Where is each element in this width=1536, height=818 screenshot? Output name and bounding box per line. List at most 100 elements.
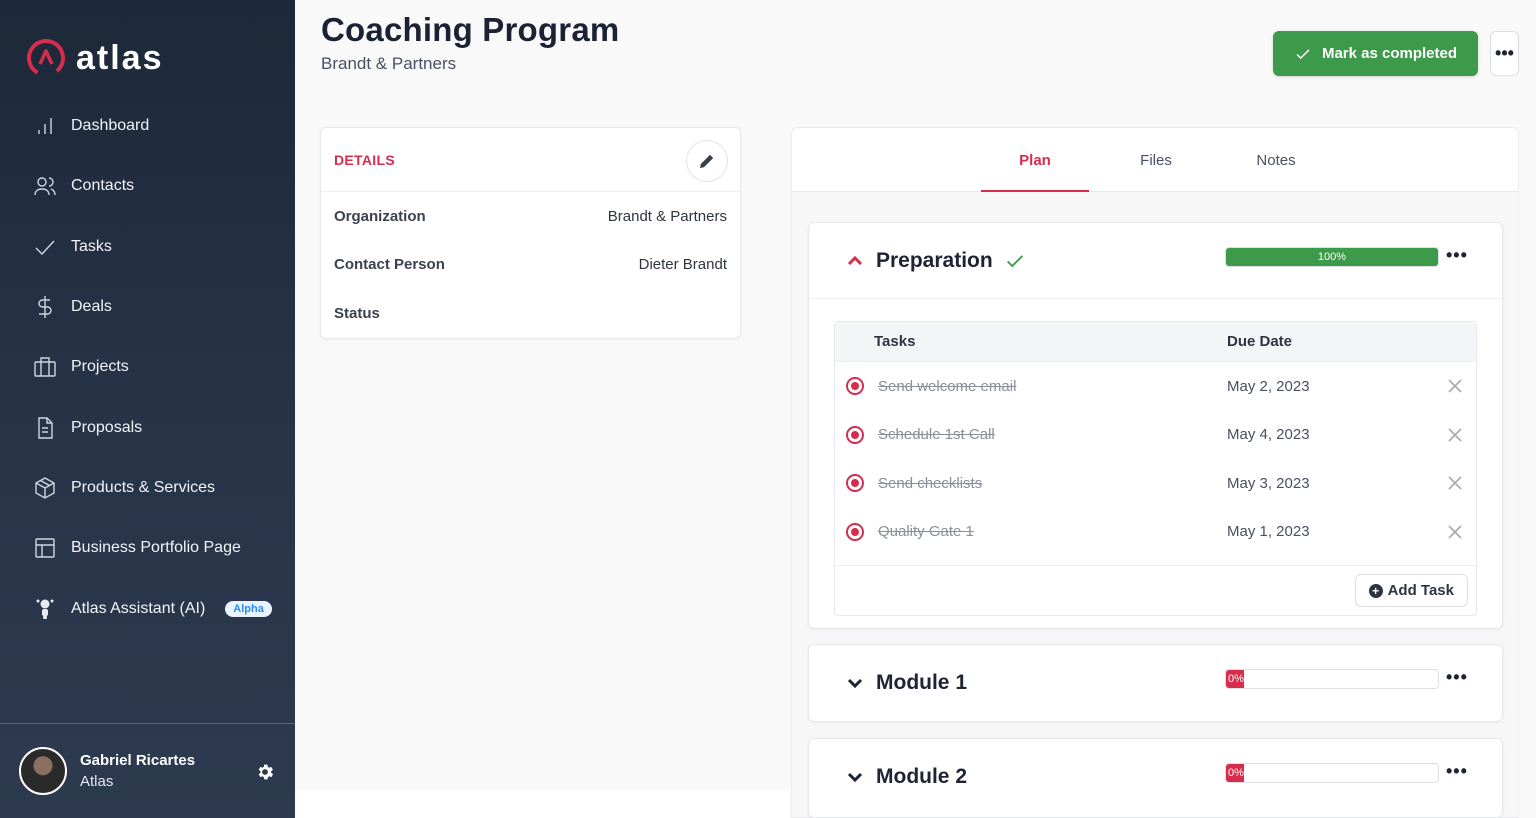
plus-circle-icon: +: [1368, 583, 1383, 598]
table-row[interactable]: Schedule 1st Call May 4, 2023: [835, 411, 1476, 460]
plan-panel: Plan Files Notes Preparation 100% ••• Ta…: [791, 127, 1519, 818]
detail-row-status: Status: [321, 289, 740, 338]
add-task-label: Add Task: [1387, 582, 1454, 599]
sidebar: atlas Dashboard Contacts Tasks Deals Pro…: [0, 0, 295, 818]
task-name: Quality Gate 1: [878, 523, 974, 541]
detail-value: Brandt & Partners: [607, 207, 727, 225]
sidebar-item-dashboard[interactable]: Dashboard: [0, 96, 295, 156]
user-org: Atlas: [80, 773, 114, 790]
task-status-radio[interactable]: [846, 425, 864, 444]
sidebar-item-label: Business Portfolio Page: [71, 539, 241, 557]
sidebar-item-projects[interactable]: Projects: [0, 337, 295, 397]
add-task-button[interactable]: + Add Task: [1354, 574, 1468, 607]
column-header-tasks: Tasks: [874, 333, 916, 350]
task-status-radio[interactable]: [846, 522, 864, 541]
sidebar-item-label: Projects: [71, 358, 129, 376]
dollar-icon: [33, 295, 57, 319]
document-icon: [33, 416, 57, 440]
gear-icon[interactable]: [255, 762, 275, 782]
close-icon[interactable]: [1448, 379, 1462, 393]
check-icon: [1296, 48, 1310, 59]
tab-plan[interactable]: Plan: [981, 128, 1089, 192]
module-title: Preparation: [876, 248, 993, 272]
close-icon[interactable]: [1448, 428, 1462, 442]
column-header-due-date: Due Date: [1227, 333, 1293, 350]
sidebar-item-tasks[interactable]: Tasks: [0, 217, 295, 277]
task-due-date: May 3, 2023: [1227, 474, 1310, 492]
module-more-button[interactable]: •••: [1446, 761, 1468, 782]
module-title: Module 2: [876, 765, 968, 788]
module-title: Module 1: [876, 671, 968, 694]
close-icon[interactable]: [1448, 525, 1462, 539]
users-icon: [33, 174, 57, 198]
content-footer-strip: [295, 790, 790, 818]
detail-row-organization: Organization Brandt & Partners: [321, 192, 740, 241]
detail-key: Contact Person: [334, 256, 445, 274]
table-row[interactable]: Send welcome email May 2, 2023: [835, 362, 1476, 411]
page-title: Coaching Program: [321, 11, 620, 48]
task-due-date: May 2, 2023: [1227, 377, 1310, 395]
brand-name: atlas: [76, 38, 164, 77]
module-header[interactable]: Module 1 0% •••: [809, 645, 1502, 721]
module-header[interactable]: Preparation 100% •••: [809, 223, 1502, 299]
module-header[interactable]: Module 2 0% •••: [809, 739, 1502, 815]
tab-notes[interactable]: Notes: [1222, 128, 1330, 192]
task-table-footer: + Add Task: [835, 565, 1476, 615]
task-status-radio[interactable]: [846, 474, 864, 493]
module-progress-bar: 100%: [1225, 247, 1439, 267]
sidebar-item-label: Dashboard: [71, 117, 150, 135]
tab-files[interactable]: Files: [1102, 128, 1210, 192]
chevron-down-icon[interactable]: [845, 673, 865, 693]
detail-row-contact-person: Contact Person Dieter Brandt: [321, 241, 740, 290]
sidebar-item-label: Contacts: [71, 177, 135, 195]
pencil-icon: [700, 154, 714, 168]
user-info: Gabriel Ricartes Atlas: [80, 752, 195, 790]
page-subtitle: Brandt & Partners: [321, 54, 457, 73]
task-table-header: Tasks Due Date: [835, 322, 1476, 362]
task-name: Send checklists: [878, 474, 983, 492]
task-status-radio[interactable]: [846, 377, 864, 396]
close-icon[interactable]: [1448, 476, 1462, 490]
mark-as-completed-label: Mark as completed: [1321, 45, 1458, 62]
module-more-button[interactable]: •••: [1446, 667, 1468, 688]
avatar: [19, 747, 67, 795]
detail-value: Dieter Brandt: [638, 256, 727, 274]
user-profile[interactable]: Gabriel Ricartes Atlas: [0, 723, 295, 818]
chevron-up-icon[interactable]: [845, 251, 865, 271]
sidebar-item-proposals[interactable]: Proposals: [0, 397, 295, 457]
sidebar-item-products-services[interactable]: Products & Services: [0, 458, 295, 518]
robot-icon: [33, 597, 57, 621]
chevron-down-icon[interactable]: [845, 767, 865, 787]
layout-icon: [33, 536, 57, 560]
task-table: Tasks Due Date Send welcome email May 2,…: [834, 321, 1477, 616]
details-card: DETAILS Organization Brandt & Partners C…: [320, 127, 741, 339]
user-name: Gabriel Ricartes: [80, 752, 196, 769]
task-due-date: May 4, 2023: [1227, 426, 1310, 444]
alpha-badge: Alpha: [225, 600, 272, 617]
edit-details-button[interactable]: [686, 140, 728, 182]
check-icon: [33, 235, 57, 259]
sidebar-item-atlas-assistant[interactable]: Atlas Assistant (AI) Alpha: [0, 578, 295, 638]
sidebar-item-label: Deals: [71, 298, 112, 316]
details-header: DETAILS: [321, 128, 740, 192]
progress-fill: 0%: [1226, 764, 1244, 782]
sidebar-item-label: Proposals: [71, 418, 143, 436]
details-title: DETAILS: [334, 151, 395, 168]
brand[interactable]: atlas: [26, 38, 164, 78]
task-due-date: May 1, 2023: [1227, 523, 1310, 541]
detail-key: Status: [334, 304, 380, 322]
task-name: Send welcome email: [878, 377, 1017, 395]
tab-bar: Plan Files Notes: [792, 128, 1518, 192]
header-more-button[interactable]: •••: [1490, 31, 1519, 76]
table-row[interactable]: Quality Gate 1 May 1, 2023: [835, 508, 1476, 557]
progress-fill: 100%: [1226, 248, 1438, 266]
sidebar-item-deals[interactable]: Deals: [0, 277, 295, 337]
module-1: Module 1 0% •••: [808, 644, 1503, 722]
sidebar-item-label: Atlas Assistant (AI): [71, 599, 206, 617]
mark-as-completed-button[interactable]: Mark as completed: [1273, 31, 1478, 76]
table-row[interactable]: Send checklists May 3, 2023: [835, 459, 1476, 508]
box-icon: [33, 476, 57, 500]
sidebar-item-contacts[interactable]: Contacts: [0, 156, 295, 216]
sidebar-item-business-portfolio[interactable]: Business Portfolio Page: [0, 518, 295, 578]
module-more-button[interactable]: •••: [1446, 245, 1468, 266]
